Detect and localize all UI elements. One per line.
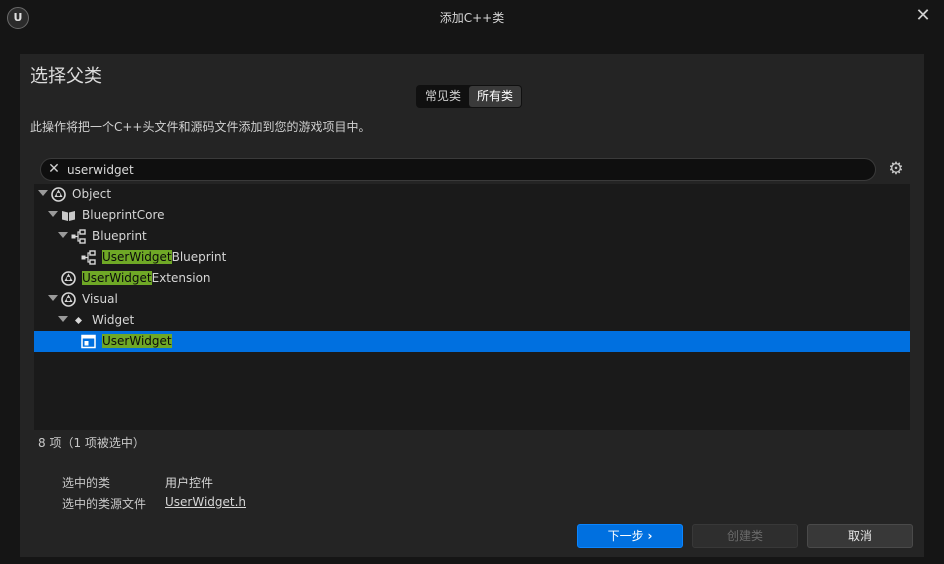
expand-arrow-icon[interactable] (38, 190, 48, 196)
dialog-panel: 选择父类 常见类 所有类 此操作将把一个C++头文件和源码文件添加到您的游戏项目… (20, 54, 924, 557)
close-icon: ✕ (915, 5, 931, 26)
selected-class-value: 用户控件 (165, 476, 214, 490)
tree-row-label: BlueprintCore (82, 208, 165, 222)
tree-row-label: Blueprint (92, 229, 147, 243)
tree-row-blueprintcore[interactable]: BlueprintCore (34, 205, 910, 226)
tree-row-label: UserWidgetExtension (82, 271, 211, 285)
uobject-icon (61, 292, 76, 307)
next-button-label: 下一步 (607, 529, 644, 543)
tree-row-blueprint[interactable]: Blueprint (34, 226, 910, 247)
chevron-right-icon: › (647, 529, 653, 543)
uobject-icon (51, 187, 66, 202)
tree-row-label: Widget (92, 313, 135, 327)
cancel-button[interactable]: 取消 (807, 524, 913, 548)
user-widget-icon (81, 334, 96, 349)
tree-row-label: Visual (82, 292, 118, 306)
class-filter-tabs: 常见类 所有类 (416, 85, 523, 108)
expand-arrow-icon[interactable] (58, 316, 68, 322)
selected-source-link[interactable]: UserWidget.h (165, 495, 246, 509)
search-input[interactable] (67, 159, 857, 180)
class-tree[interactable]: Object BlueprintCore Blueprint UserWidge… (34, 184, 910, 430)
description-text: 此操作将把一个C++头文件和源码文件添加到您的游戏项目中。 (30, 120, 371, 134)
tab-common-classes[interactable]: 常见类 (417, 86, 469, 107)
tree-row-visual[interactable]: Visual (34, 289, 910, 310)
title-bar: U 添加C++类 ✕ (0, 0, 944, 36)
expand-arrow-icon[interactable] (48, 211, 58, 217)
expand-arrow-icon[interactable] (48, 295, 58, 301)
tree-row-label: UserWidget (102, 334, 172, 348)
clear-search-icon[interactable]: ✕ (47, 159, 61, 180)
book-icon (62, 211, 75, 221)
window-title: 添加C++类 (439, 11, 505, 25)
item-count: 8 项（1 项被选中） (38, 436, 145, 450)
next-button[interactable]: 下一步 › (577, 524, 683, 548)
selected-class-label: 选中的类 (62, 476, 111, 490)
tree-row-label: Object (72, 187, 112, 201)
page-title: 选择父类 (30, 66, 102, 87)
blueprint-icon (71, 229, 86, 244)
diamond-icon (75, 317, 82, 324)
tree-row-label: UserWidgetBlueprint (102, 250, 227, 264)
tree-row-object[interactable]: Object (34, 184, 910, 205)
uobject-icon (61, 271, 76, 286)
tree-row-userwidget[interactable]: UserWidget (34, 331, 910, 352)
settings-gear-icon[interactable]: ⚙ (886, 159, 906, 179)
expand-arrow-icon[interactable] (58, 232, 68, 238)
search-box: ✕ (40, 158, 876, 181)
tree-row-widget[interactable]: Widget (34, 310, 910, 331)
create-class-button[interactable]: 创建类 (692, 524, 798, 548)
selected-source-label: 选中的类源文件 (62, 497, 147, 511)
blueprint-icon (81, 250, 96, 265)
tab-all-classes[interactable]: 所有类 (469, 86, 522, 107)
tree-row-userwidgetblueprint[interactable]: UserWidgetBlueprint (34, 247, 910, 268)
tree-row-userwidgetextension[interactable]: UserWidgetExtension (34, 268, 910, 289)
close-button[interactable]: ✕ (912, 5, 934, 27)
